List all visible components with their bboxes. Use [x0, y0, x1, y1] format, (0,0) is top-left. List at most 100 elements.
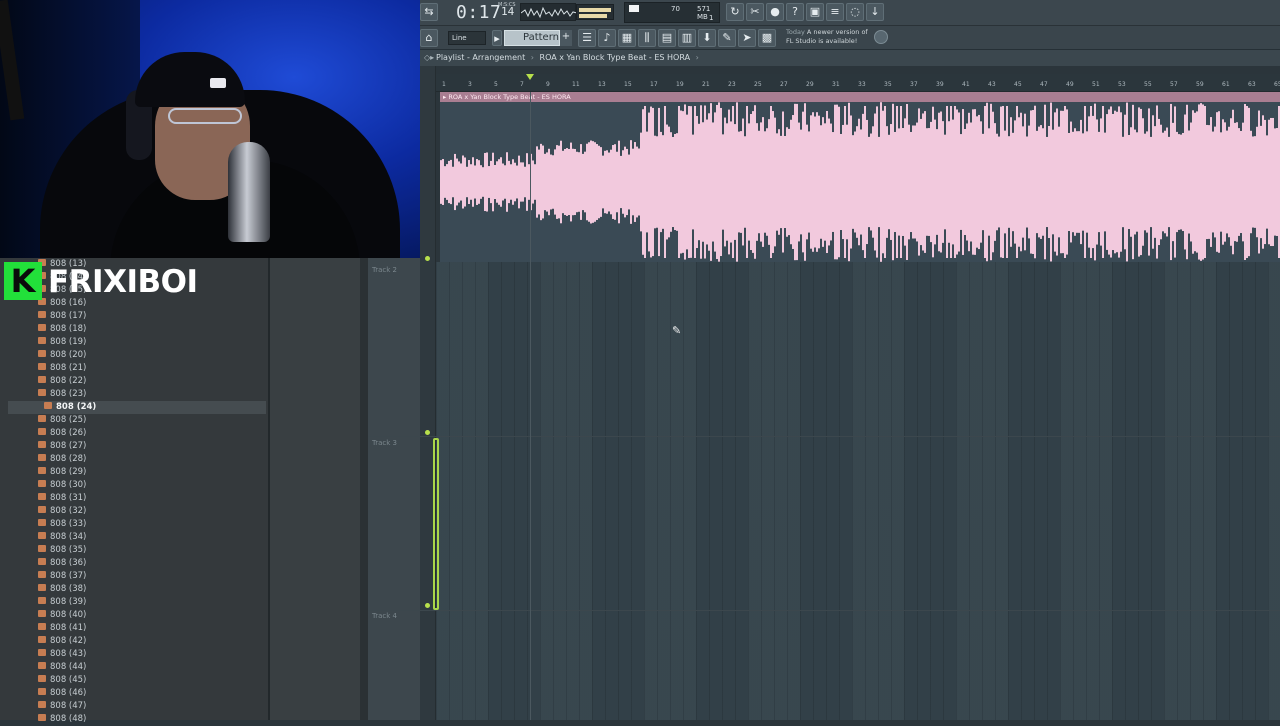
browser-item-label: 808 (38)	[50, 584, 87, 594]
cpu-panel[interactable]: 70 571 MB 1	[624, 2, 720, 23]
browser-item[interactable]: 808 (29)	[38, 466, 86, 479]
browser-item[interactable]: 808 (45)	[38, 674, 86, 687]
browser-item-label: 808 (25)	[50, 415, 87, 425]
breadcrumb-item-song[interactable]: ROA x Yan Block Type Beat - ES HORA	[540, 53, 691, 62]
piano-roll-icon[interactable]: ♪	[598, 29, 616, 47]
browser-item-label: 808 (19)	[50, 337, 87, 347]
chat-icon[interactable]: ◌	[846, 3, 864, 21]
restart-icon[interactable]: ↻	[726, 3, 744, 21]
track-status-dot[interactable]	[425, 603, 430, 608]
browser-item[interactable]: 808 (23)	[38, 388, 86, 401]
ruler-tick-label: 31	[832, 81, 840, 88]
track-label[interactable]: Track 4	[372, 612, 397, 620]
browser-item-label: 808 (42)	[50, 636, 87, 646]
browser-item[interactable]: 808 (24)	[44, 401, 96, 414]
browser-item-label: 808 (35)	[50, 545, 87, 555]
browser-item[interactable]: 808 (41)	[38, 622, 86, 635]
song-time[interactable]: 0:17	[456, 2, 501, 23]
browser-item-label: 808 (44)	[50, 662, 87, 672]
polyphony-value: 1	[709, 14, 714, 22]
audio-file-icon	[38, 506, 46, 513]
playhead-marker[interactable]	[526, 74, 534, 80]
track-status-dot[interactable]	[425, 256, 430, 261]
news-panel[interactable]: Today A newer version of FL Studio is av…	[786, 28, 874, 46]
audio-file-icon	[38, 324, 46, 331]
plugin-icon[interactable]: ▥	[678, 29, 696, 47]
browser-item[interactable]: 808 (39)	[38, 596, 86, 609]
send-icon[interactable]: ➤	[738, 29, 756, 47]
browser-item[interactable]: 808 (17)	[38, 310, 86, 323]
browser-item[interactable]: 808 (30)	[38, 479, 86, 492]
browser-item[interactable]: 808 (42)	[38, 635, 86, 648]
ruler-tick-label: 65	[1274, 81, 1280, 88]
tools-icon[interactable]: ✎	[718, 29, 736, 47]
track-label[interactable]: Track 3	[372, 439, 397, 447]
save-icon[interactable]: ▣	[806, 3, 824, 21]
browser-item[interactable]: 808 (36)	[38, 557, 86, 570]
ruler-tick-label: 1	[442, 81, 446, 88]
browser-item[interactable]: 808 (18)	[38, 323, 86, 336]
browser-item-label: 808 (21)	[50, 363, 87, 373]
playlist-icon[interactable]: ☰	[578, 29, 596, 47]
audio-file-icon	[38, 584, 46, 591]
browser-item[interactable]: 808 (19)	[38, 336, 86, 349]
timeline-ruler[interactable]: 1 3 5 7 9 11 13 15 17 19 21 23 25 27 29 31 33 35 37 39 41 43 4…	[436, 74, 1280, 92]
track-status-dot[interactable]	[425, 430, 430, 435]
track-separator	[368, 610, 1280, 611]
breadcrumb-item-playlist[interactable]: Playlist - Arrangement	[436, 53, 525, 62]
snap-mode-select[interactable]: Line	[448, 31, 486, 45]
snap-icon[interactable]: ⌂	[420, 29, 438, 47]
help-icon[interactable]: ?	[786, 3, 804, 21]
browser-item[interactable]: 808 (31)	[38, 492, 86, 505]
browser-item[interactable]: 808 (26)	[38, 427, 86, 440]
plugin-picker-icon[interactable]: ⬇	[698, 29, 716, 47]
news-icon[interactable]	[874, 30, 888, 44]
ruler-tick-label: 59	[1196, 81, 1204, 88]
browser-item[interactable]: 808 (38)	[38, 583, 86, 596]
browser-item[interactable]: 808 (37)	[38, 570, 86, 583]
audio-file-icon	[38, 701, 46, 708]
browser-item[interactable]: 808 (40)	[38, 609, 86, 622]
browser-item-label: 808 (36)	[50, 558, 87, 568]
breadcrumb: ◇▸ Playlist - Arrangement › ROA x Yan Bl…	[420, 50, 1280, 66]
browser-item[interactable]: 808 (32)	[38, 505, 86, 518]
browser-icon[interactable]: ▤	[658, 29, 676, 47]
loop-icon[interactable]: ⇆	[420, 3, 438, 21]
playlist-grid[interactable]	[436, 262, 1280, 720]
add-pattern-button[interactable]: +	[560, 30, 572, 46]
browser-item[interactable]: 808 (43)	[38, 648, 86, 661]
ruler-tick-label: 61	[1222, 81, 1230, 88]
audio-file-icon	[38, 428, 46, 435]
browser-item[interactable]: 808 (33)	[38, 518, 86, 531]
ruler-tick-label: 19	[676, 81, 684, 88]
mixer-icon[interactable]: ≡	[826, 3, 844, 21]
channel-rack-icon[interactable]: ▦	[618, 29, 636, 47]
browser-item[interactable]: 808 (46)	[38, 687, 86, 700]
browser-item-label: 808 (46)	[50, 688, 87, 698]
browser-item[interactable]: 808 (28)	[38, 453, 86, 466]
ruler-tick-label: 45	[1014, 81, 1022, 88]
browser-divider[interactable]	[360, 258, 368, 720]
download-icon[interactable]: ↓	[866, 3, 884, 21]
mic-icon[interactable]: ●	[766, 3, 784, 21]
browser-item[interactable]: 808 (27)	[38, 440, 86, 453]
ruler-tick-label: 47	[1040, 81, 1048, 88]
pattern-selector[interactable]: Pattern 1	[504, 30, 560, 46]
ruler-tick-label: 15	[624, 81, 632, 88]
browser-item[interactable]: 808 (35)	[38, 544, 86, 557]
playlist-menu-icon[interactable]: ◇▸	[424, 54, 434, 62]
browser-item[interactable]: 808 (34)	[38, 531, 86, 544]
browser-item[interactable]: 808 (25)	[38, 414, 86, 427]
store-icon[interactable]: ▩	[758, 29, 776, 47]
browser-item[interactable]: 808 (44)	[38, 661, 86, 674]
mixer-window-icon[interactable]: ⫼	[638, 29, 656, 47]
ruler-tick-label: 7	[520, 81, 524, 88]
browser-item[interactable]: 808 (20)	[38, 349, 86, 362]
audio-clip-header[interactable]: ▸ ROA x Yan Block Type Beat - ES HORA	[440, 92, 1280, 102]
browser-item[interactable]: 808 (21)	[38, 362, 86, 375]
browser-item[interactable]: 808 (47)	[38, 700, 86, 713]
browser-item[interactable]: 808 (22)	[38, 375, 86, 388]
track-label[interactable]: Track 2	[372, 266, 397, 274]
pattern-prev-icon[interactable]: ▸	[492, 30, 502, 46]
cut-icon[interactable]: ✂	[746, 3, 764, 21]
